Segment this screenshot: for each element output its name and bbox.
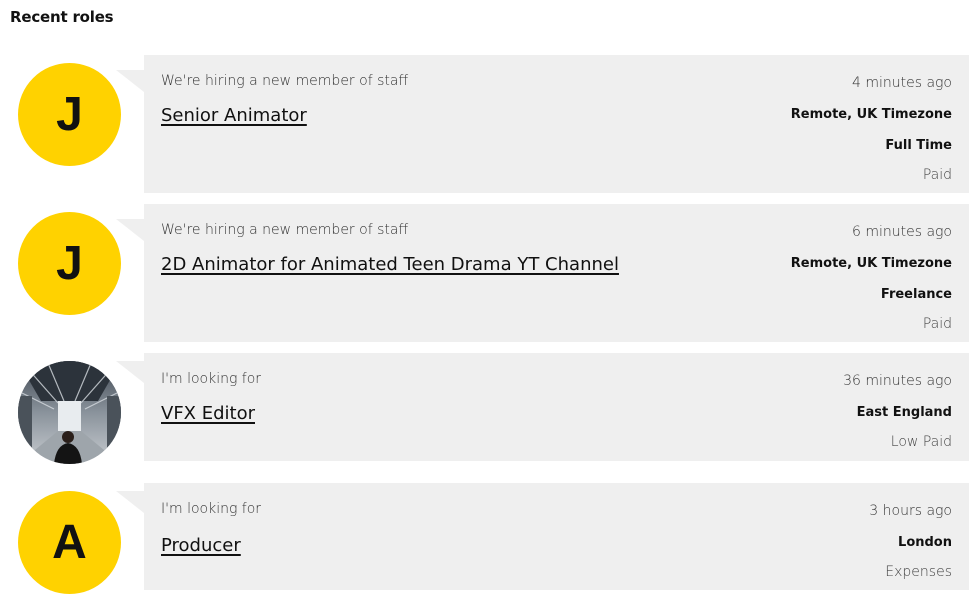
avatar-photo[interactable] [18,361,121,464]
role-title-link[interactable]: Senior Animator [161,105,307,126]
role-location: East England [856,405,952,420]
role-location: Remote, UK Timezone [790,256,952,271]
section-heading: Recent roles [10,8,114,26]
role-card: We're hiring a new member of staff Senio… [144,55,969,193]
avatar[interactable]: J [18,63,121,166]
role-intro: I'm looking for [161,371,262,387]
role-type: Full Time [885,138,952,153]
role-card: I'm looking for VFX Editor 36 minutes ag… [144,353,969,461]
role-title-link[interactable]: Producer [161,535,241,556]
avatar[interactable]: J [18,212,121,315]
avatar[interactable]: A [18,491,121,594]
role-intro: We're hiring a new member of staff [161,222,409,238]
role-location: London [898,535,952,550]
role-time: 3 hours ago [869,503,952,519]
role-title-link[interactable]: 2D Animator for Animated Teen Drama YT C… [161,254,619,275]
role-pay: Low Paid [890,434,952,450]
role-pay: Paid [922,316,952,332]
card-pointer [116,361,144,383]
role-time: 36 minutes ago [843,373,952,389]
card-pointer [116,491,144,513]
card-pointer [116,219,144,241]
role-intro: I'm looking for [161,501,262,517]
role-time: 4 minutes ago [851,75,952,91]
role-intro: We're hiring a new member of staff [161,73,409,89]
card-pointer [116,70,144,92]
role-location: Remote, UK Timezone [790,107,952,122]
role-type: Freelance [880,287,952,302]
role-card: I'm looking for Producer 3 hours ago Lon… [144,483,969,590]
role-title-link[interactable]: VFX Editor [161,403,255,424]
role-card: We're hiring a new member of staff 2D An… [144,204,969,342]
role-pay: Paid [922,167,952,183]
avatar-photo-image [18,361,121,464]
role-time: 6 minutes ago [851,224,952,240]
role-pay: Expenses [885,564,952,580]
